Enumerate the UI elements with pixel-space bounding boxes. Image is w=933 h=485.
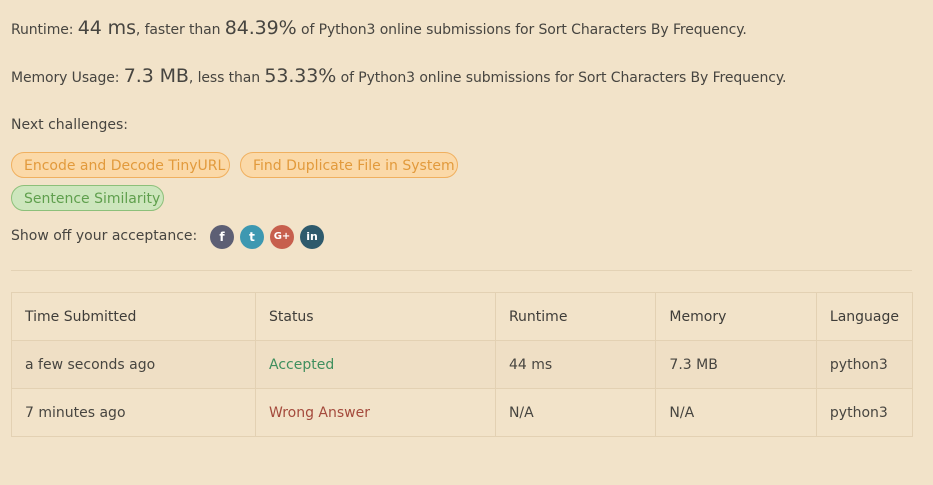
header-time-submitted: Time Submitted bbox=[11, 292, 256, 341]
table-row: a few seconds ago Accepted 44 ms 7.3 MB … bbox=[11, 340, 914, 389]
memory-summary: Memory Usage: 7.3 MB, less than 53.33% o… bbox=[11, 65, 786, 87]
facebook-icon[interactable]: f bbox=[210, 225, 234, 249]
runtime-suffix: of Python3 online submissions for Sort C… bbox=[296, 22, 747, 38]
share-label: Show off your acceptance: bbox=[11, 228, 198, 244]
header-memory: Memory bbox=[655, 292, 817, 341]
memory-label: Memory Usage: bbox=[11, 70, 124, 86]
divider bbox=[11, 270, 912, 271]
header-language: Language bbox=[815, 292, 914, 341]
next-challenges-label: Next challenges: bbox=[11, 117, 128, 133]
challenge-link-sentence-similarity[interactable]: Sentence Similarity bbox=[11, 185, 164, 211]
cell-memory: 7.3 MB bbox=[655, 340, 817, 389]
linkedin-icon[interactable]: in bbox=[300, 225, 324, 249]
memory-mid-text: , less than bbox=[188, 70, 265, 86]
table-row: 7 minutes ago Wrong Answer N/A N/A pytho… bbox=[11, 388, 914, 437]
challenge-link-encode-decode-tinyurl[interactable]: Encode and Decode TinyURL bbox=[11, 152, 230, 178]
challenge-link-find-duplicate-file[interactable]: Find Duplicate File in System bbox=[240, 152, 458, 178]
header-runtime: Runtime bbox=[494, 292, 657, 341]
runtime-label: Runtime: bbox=[11, 22, 78, 38]
status-link-accepted[interactable]: Accepted bbox=[254, 340, 496, 389]
google-plus-icon[interactable]: G+ bbox=[270, 225, 294, 249]
memory-suffix: of Python3 online submissions for Sort C… bbox=[336, 70, 787, 86]
cell-runtime: N/A bbox=[494, 388, 657, 437]
cell-language: python3 bbox=[815, 340, 914, 389]
cell-time: a few seconds ago bbox=[11, 340, 256, 389]
submissions-table: Time Submitted Status Runtime Memory Lan… bbox=[11, 292, 914, 437]
memory-percent: 53.33% bbox=[264, 65, 337, 87]
cell-runtime: 44 ms bbox=[494, 340, 657, 389]
status-link-wrong-answer[interactable]: Wrong Answer bbox=[254, 388, 496, 437]
header-status: Status bbox=[254, 292, 496, 341]
cell-language: python3 bbox=[815, 388, 914, 437]
runtime-summary: Runtime: 44 ms, faster than 84.39% of Py… bbox=[11, 17, 747, 39]
twitter-icon[interactable]: t bbox=[240, 225, 264, 249]
runtime-percent: 84.39% bbox=[224, 17, 297, 39]
runtime-value: 44 ms bbox=[77, 17, 136, 39]
memory-value: 7.3 MB bbox=[123, 65, 189, 87]
submission-detail-panel: Runtime: 44 ms, faster than 84.39% of Py… bbox=[0, 0, 933, 485]
table-header-row: Time Submitted Status Runtime Memory Lan… bbox=[11, 292, 914, 341]
cell-memory: N/A bbox=[655, 388, 817, 437]
runtime-mid-text: , faster than bbox=[135, 22, 225, 38]
cell-time: 7 minutes ago bbox=[11, 388, 256, 437]
